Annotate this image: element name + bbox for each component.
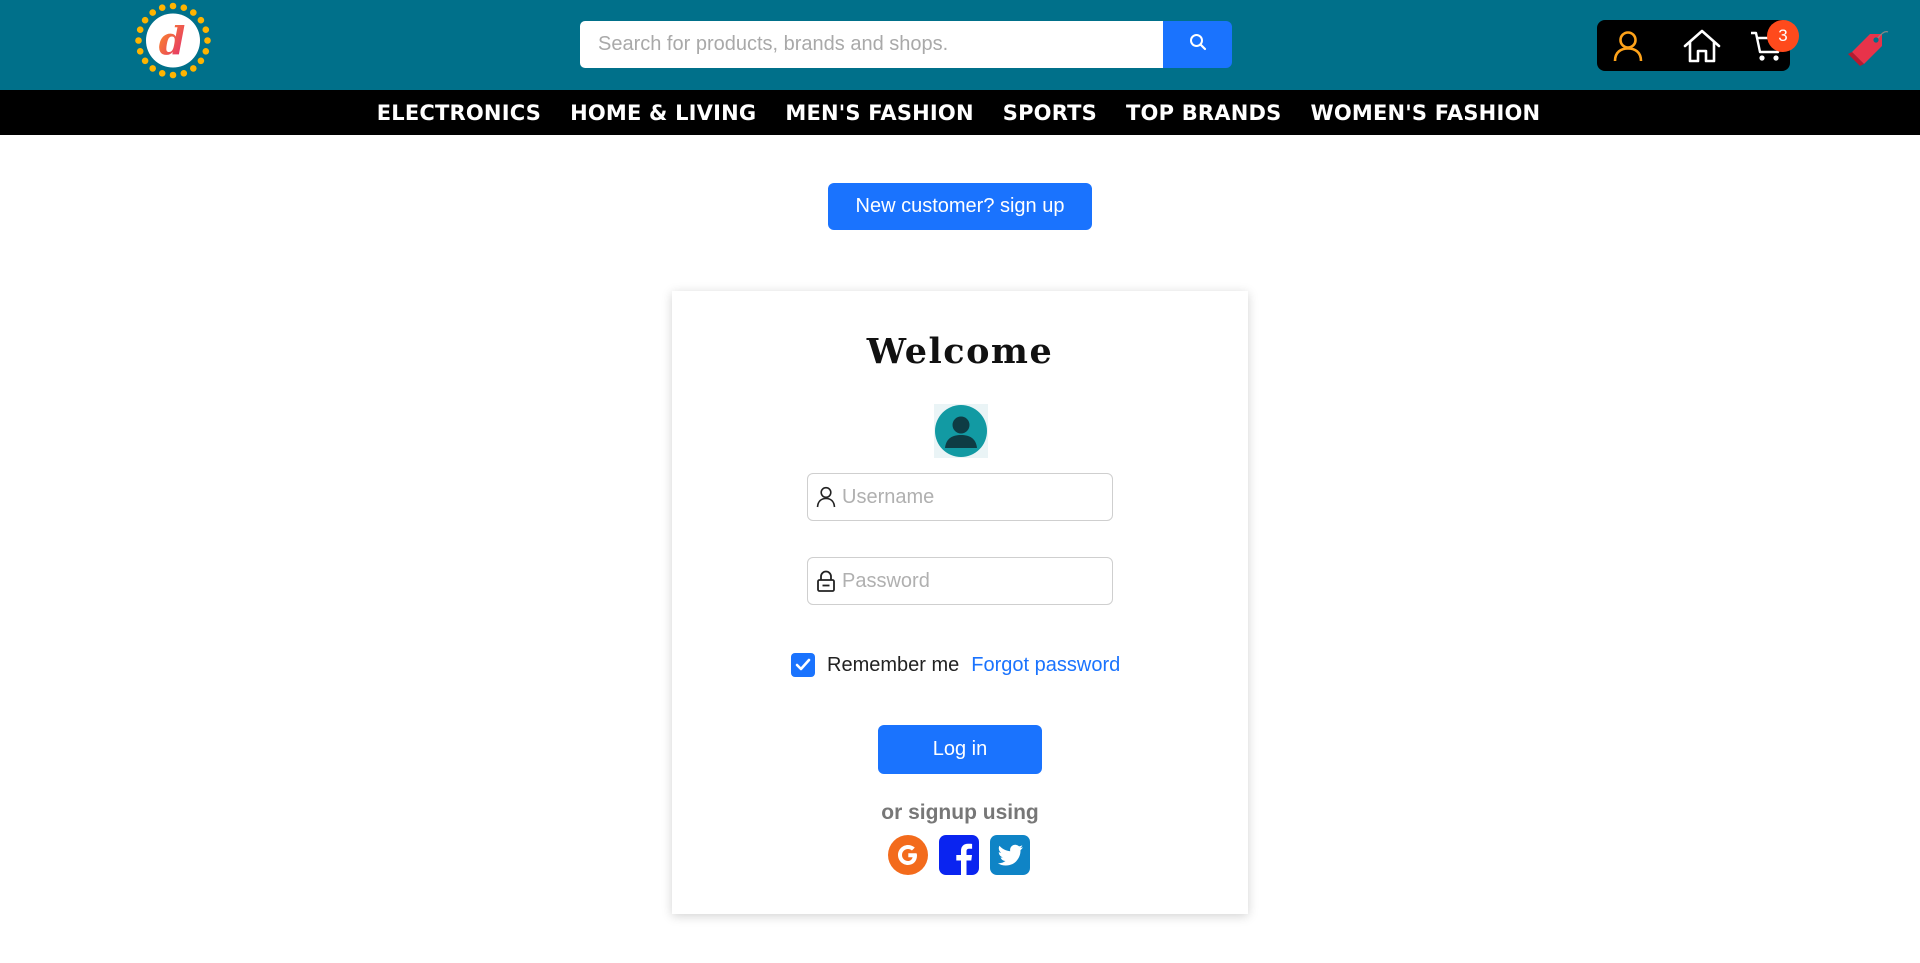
signup-button[interactable]: New customer? sign up <box>828 183 1092 230</box>
remember-row: Remember me Forgot password <box>791 653 1120 677</box>
search-bar <box>580 21 1232 68</box>
remember-checkbox[interactable] <box>791 653 815 677</box>
twitter-signup-button[interactable] <box>990 835 1030 875</box>
site-logo[interactable]: d <box>126 0 220 90</box>
avatar-icon <box>934 404 988 458</box>
facebook-icon <box>939 835 979 875</box>
nav-womens-fashion[interactable]: WOMEN'S FASHION <box>1310 101 1540 125</box>
nav-mens-fashion[interactable]: MEN'S FASHION <box>785 101 973 125</box>
social-signup-text: or signup using <box>881 801 1039 824</box>
forgot-password-link[interactable]: Forgot password <box>971 654 1120 677</box>
facebook-signup-button[interactable] <box>939 835 979 875</box>
login-title: Welcome <box>866 331 1054 372</box>
password-input[interactable] <box>842 559 1102 603</box>
password-field <box>807 557 1113 605</box>
logo-letter: d <box>159 18 186 63</box>
tag-icon[interactable] <box>1840 22 1890 72</box>
login-card: Welcome Username Remember me Forgot pass… <box>672 291 1248 914</box>
user-icon <box>808 486 842 508</box>
twitter-icon <box>990 835 1030 875</box>
nav-top-brands[interactable]: TOP BRANDS <box>1126 101 1281 125</box>
user-icon <box>1611 29 1645 68</box>
username-field <box>807 473 1113 521</box>
lock-icon <box>808 570 842 592</box>
login-button[interactable]: Log in <box>878 725 1042 774</box>
home-button[interactable] <box>1683 29 1721 67</box>
cart-count-badge: 3 <box>1767 20 1799 52</box>
search-input[interactable] <box>580 21 1163 68</box>
header-icon-group <box>1597 20 1790 71</box>
home-icon <box>1683 28 1721 69</box>
check-icon <box>795 658 811 671</box>
remember-label: Remember me <box>827 653 960 676</box>
google-icon <box>888 835 928 875</box>
username-input[interactable] <box>842 475 1102 519</box>
nav-electronics[interactable]: ELECTRONICS <box>377 101 541 125</box>
category-nav: ELECTRONICS HOME & LIVING MEN'S FASHION … <box>0 90 1920 135</box>
search-icon <box>1189 33 1207 56</box>
google-signup-button[interactable] <box>888 835 928 875</box>
top-header: d Search for products, brands and shops.… <box>0 0 1920 90</box>
nav-sports[interactable]: SPORTS <box>1003 101 1097 125</box>
account-button[interactable] <box>1609 29 1647 67</box>
nav-home-living[interactable]: HOME & LIVING <box>570 101 756 125</box>
search-button[interactable] <box>1163 21 1232 68</box>
